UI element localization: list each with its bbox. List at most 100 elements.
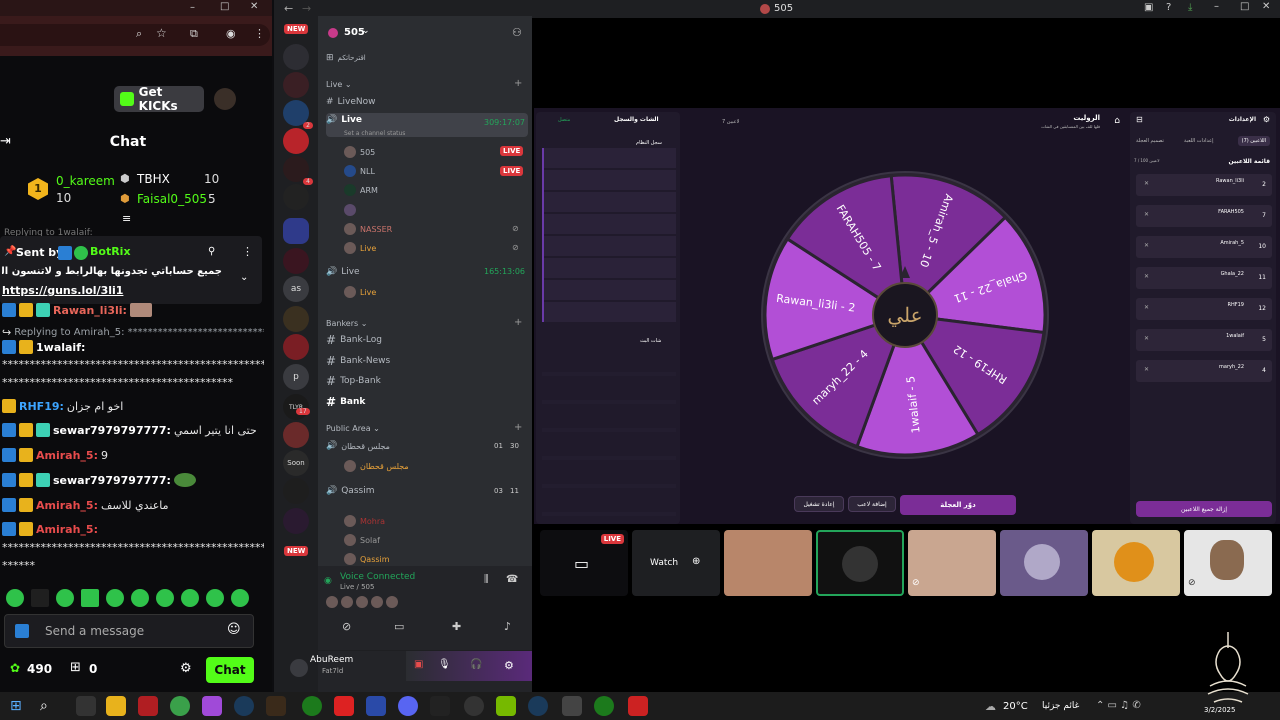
user-name[interactable]: AbuReem [310,655,353,665]
chat-username[interactable]: Amirah_5: [36,449,98,462]
avatar[interactable] [326,596,338,608]
app-icon[interactable] [366,696,386,716]
roulette-wheel[interactable]: Amirah_5 - 10Ghala_22 - 11RHF19 - 121wal… [760,170,1050,460]
add-channel-icon[interactable]: + [514,422,522,433]
participant-tile[interactable] [724,530,812,596]
emote-icon[interactable] [206,589,224,607]
gear-icon[interactable]: ⚙ [180,661,192,676]
search-icon[interactable]: ⌕ [40,698,48,714]
player-row[interactable]: 1walaif 5 ✕ [1136,329,1272,351]
server-icon[interactable]: Soon [283,450,309,476]
participant-tile[interactable] [1092,530,1180,596]
chat-username[interactable]: RHF19: [19,400,64,413]
watch-tile[interactable]: Watch ⊕ [632,530,720,596]
avatar[interactable] [356,596,368,608]
server-icon[interactable] [283,508,309,534]
leaderboard-name[interactable]: Faisal0_505 [137,192,207,206]
server-icon[interactable] [283,478,309,504]
gifts-count[interactable]: 0 [89,662,97,676]
emoji-icon[interactable]: ☺ [227,622,241,637]
zoom-icon[interactable]: ⌕ [136,27,142,41]
add-member-icon[interactable]: ⚇ [512,26,522,39]
camera-off-icon[interactable]: ⊘ [342,620,351,633]
chrome-icon[interactable] [170,696,190,716]
screen-share-icon[interactable]: ▭ [394,620,404,633]
server-icon[interactable] [283,248,309,274]
emote-icon[interactable] [56,589,74,607]
adobe-icon[interactable] [138,696,158,716]
stream-tile-screen[interactable]: LIVE ▭ [540,530,628,596]
server-icon[interactable]: TLYR [283,394,309,420]
voice-connected[interactable]: Voice Connected [340,572,415,582]
send-message-input[interactable]: Send a message ☺ [4,614,254,648]
stream-icon[interactable]: ▣ [414,659,423,670]
steam-icon[interactable] [234,696,254,716]
remove-player-icon[interactable]: ✕ [1144,211,1149,218]
soundboard-icon[interactable]: ♪ [504,620,511,633]
channel-bank-log[interactable]: # Bank-Log [326,330,528,350]
leaderboard-name[interactable]: TBHX [137,172,170,186]
voice-user[interactable] [344,202,356,218]
pin-icon[interactable]: ⚲ [208,246,215,257]
disconnect-icon[interactable]: ☎ [506,574,518,585]
remove-player-icon[interactable]: ✕ [1144,366,1149,373]
nvidia-icon[interactable] [496,696,516,716]
more-options-icon[interactable]: ⋮ [242,245,253,258]
emote-icon[interactable] [31,589,49,607]
minimize-icon[interactable]: – [1214,1,1219,12]
obs-icon[interactable] [464,696,484,716]
microphone-icon[interactable]: 🎙 [438,659,451,670]
channel-bank[interactable]: # Bank [326,392,528,412]
remove-player-icon[interactable]: ✕ [1144,180,1149,187]
server-icon[interactable]: 4 [283,156,313,185]
participant-tile[interactable] [1000,530,1088,596]
restart-button[interactable]: إعادة تشغيل [794,496,844,512]
chat-username[interactable]: 1walaif: [36,341,85,354]
forward-arrow-icon[interactable]: → [302,2,311,15]
tray-icons[interactable]: ⌃ ▭ ♫ ✆ [1096,700,1141,711]
channel-top-bank[interactable]: # Top-Bank [326,371,528,391]
channel-suggestions[interactable]: ⊞ اقترحاتكم [326,48,528,68]
profile-icon[interactable]: ◉ [226,27,236,40]
avatar[interactable] [341,596,353,608]
add-channel-icon[interactable]: + [514,78,522,89]
tab-players[interactable]: اللاعبين (7) [1237,136,1270,146]
maximize-icon[interactable]: □ [220,1,229,12]
weather-temp[interactable]: 20°C [1003,701,1028,712]
remove-player-icon[interactable]: ✕ [1144,242,1149,249]
pinned-user[interactable]: BotRix [90,245,131,258]
chevron-down-icon[interactable]: ⌄ [240,272,248,283]
player-row[interactable]: RHF19 12 ✕ [1136,298,1272,320]
activities-icon[interactable]: ✚ [452,620,461,633]
server-icon[interactable]: 2 [283,100,313,129]
voice-user[interactable]: Solaf [344,532,380,548]
voice-user[interactable]: NLL [344,163,375,179]
leaderboard-name[interactable]: 0_kareem [56,174,115,188]
add-player-button[interactable]: إضافة لاعب [848,496,896,512]
folder-icon[interactable] [283,218,309,244]
xbox-icon[interactable] [302,696,322,716]
task-view-icon[interactable] [76,696,96,716]
kicks-count[interactable]: 490 [27,662,52,676]
headphones-icon[interactable]: 🎧 [470,659,482,670]
user-avatar[interactable] [290,659,308,677]
category-bankers[interactable]: Bankers ⌄ [326,319,367,328]
avatar[interactable] [386,596,398,608]
spin-wheel-button[interactable]: دوّر العجلة [900,495,1016,515]
address-bar[interactable]: ⌕ ☆ ⧉ ◉ ⋮ [0,24,270,46]
chat-send-button[interactable]: Chat [206,657,254,683]
channel-status[interactable]: Set a channel status [344,130,405,137]
player-row[interactable]: Amirah_5 10 ✕ [1136,236,1272,258]
chat-username[interactable]: sewar7979797777: [53,424,171,437]
voice-user[interactable]: مجلس قحطان [344,458,409,474]
channel-livenow[interactable]: # LiveNow [326,92,528,112]
voice-user[interactable]: Mohra [344,513,385,529]
player-row[interactable]: Ghala_22 11 ✕ [1136,267,1272,289]
figma-icon[interactable] [202,696,222,716]
server-icon[interactable] [283,184,309,210]
home-icon[interactable]: ⌂ [1114,116,1120,126]
get-kicks-button[interactable]: Get KICKs [114,85,204,113]
windows-start-icon[interactable]: ⊞ [10,698,22,714]
file-explorer-icon[interactable] [106,696,126,716]
player-row[interactable]: Rawan_li3li 2 ✕ [1136,174,1272,196]
